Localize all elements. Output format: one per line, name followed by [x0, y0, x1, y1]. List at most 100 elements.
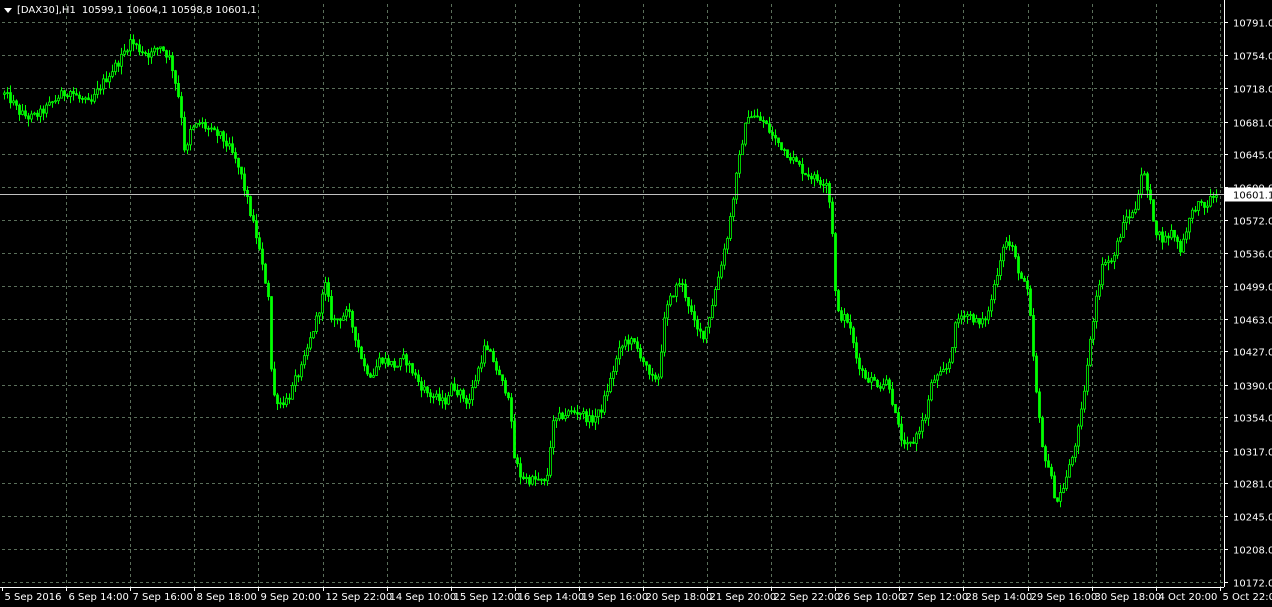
candle-body [15, 100, 18, 106]
candle-body [876, 379, 879, 387]
candle-body [549, 447, 552, 476]
candle-body [702, 330, 705, 340]
candle-body [375, 366, 378, 376]
candle-body [756, 115, 759, 118]
candle-body [750, 116, 753, 119]
candle-body [1119, 236, 1122, 242]
candle-body [951, 347, 954, 363]
y-tick-label: 10427.0 [1233, 348, 1272, 359]
candle-body [198, 122, 201, 125]
candle-body [864, 370, 867, 379]
candle-body [942, 369, 945, 372]
chart-canvas[interactable]: 10791.010754.010718.010681.010645.010609… [0, 0, 1272, 607]
candle-body [897, 412, 900, 425]
candle-body [84, 97, 87, 100]
x-tick-label: 26 Sep 10:00 [838, 592, 905, 603]
x-tick-label: 29 Sep 16:00 [1031, 592, 1098, 603]
candle-body [696, 319, 699, 330]
candle-body [1107, 260, 1110, 263]
dropdown-arrow-icon[interactable] [4, 8, 12, 13]
candle-body [1212, 196, 1215, 198]
candle-body [1185, 231, 1188, 240]
candle-body [996, 275, 999, 285]
candle-body [66, 95, 69, 98]
candle-body [321, 293, 324, 314]
candle-body [1080, 408, 1083, 427]
candle-body [285, 397, 288, 406]
candle-body [117, 62, 120, 67]
candle-body [1065, 476, 1068, 489]
candle-body [846, 314, 849, 323]
candle-body [1134, 208, 1137, 213]
candle-body [312, 331, 315, 339]
chart-window[interactable]: 10791.010754.010718.010681.010645.010609… [0, 0, 1272, 607]
candle-body [627, 339, 630, 345]
candle-body [723, 248, 726, 266]
candle-body [78, 94, 81, 99]
y-tick-label: 10718.0 [1233, 85, 1272, 96]
candle-body [735, 172, 738, 200]
candle-body [444, 397, 447, 405]
candle-body [24, 110, 27, 117]
candle-body [984, 318, 987, 321]
candle-body [711, 304, 714, 319]
x-tick-label: 4 Oct 20:00 [1159, 592, 1218, 603]
candle-body [1128, 216, 1131, 219]
candle-body [831, 201, 834, 235]
candle-body [357, 339, 360, 348]
candle-body [516, 457, 519, 465]
candle-body [576, 412, 579, 415]
symbol-timeframe: [DAX30],H1 [17, 4, 76, 16]
candle-body [912, 441, 915, 444]
candle-body [792, 157, 795, 161]
candle-body [606, 391, 609, 397]
candle-body [618, 347, 621, 360]
candle-body [1014, 246, 1017, 258]
candle-body [129, 39, 132, 52]
candle-body [144, 52, 147, 54]
candle-body [246, 189, 249, 197]
candle-body [540, 478, 543, 481]
candle-body [816, 174, 819, 181]
x-tick-label: 7 Sep 16:00 [133, 592, 193, 603]
chart-header: [DAX30],H1 10599,1 10604,1 10598,8 10601… [4, 2, 257, 18]
candle-body [588, 415, 591, 423]
candle-body [1116, 240, 1119, 256]
candle-body [558, 412, 561, 420]
candle-body [882, 384, 885, 389]
candle-body [1206, 205, 1209, 208]
candle-body [258, 237, 261, 250]
candle-body [786, 149, 789, 158]
candle-body [597, 409, 600, 418]
candle-body [432, 396, 435, 399]
candle-body [510, 397, 513, 422]
y-tick-label: 10754.0 [1233, 52, 1272, 63]
candle-body [294, 375, 297, 386]
candle-body [939, 371, 942, 376]
candle-body [1215, 195, 1218, 198]
candle-body [1179, 240, 1182, 253]
candle-body [567, 410, 570, 416]
candle-body [1020, 272, 1023, 279]
candle-body [822, 184, 825, 186]
candle-body [1041, 417, 1044, 447]
candle-body [1125, 216, 1128, 223]
candle-body [330, 296, 333, 320]
y-tick-label: 10681.0 [1233, 119, 1272, 130]
candle-body [921, 419, 924, 432]
candle-body [462, 389, 465, 399]
candle-body [393, 360, 396, 368]
candle-body [867, 377, 870, 383]
candle-body [408, 363, 411, 366]
candle-body [498, 369, 501, 376]
candle-body [945, 368, 948, 371]
candle-body [33, 112, 36, 115]
candle-body [699, 328, 702, 332]
candle-body [81, 98, 84, 100]
candle-body [885, 379, 888, 385]
candle-body [204, 122, 207, 129]
candle-body [891, 388, 894, 405]
y-tick-label: 10536.0 [1233, 250, 1272, 261]
candle-body [678, 283, 681, 286]
candle-body [141, 51, 144, 54]
